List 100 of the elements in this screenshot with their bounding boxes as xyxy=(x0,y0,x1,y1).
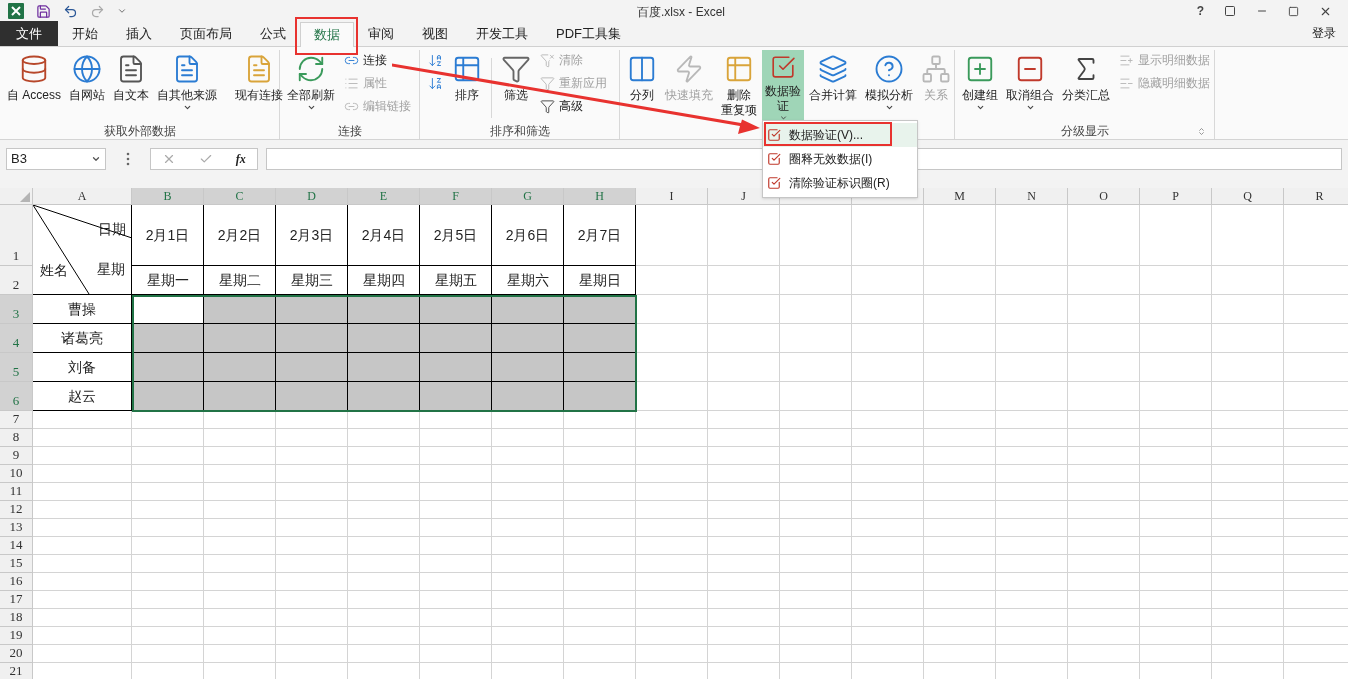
column-header[interactable]: B xyxy=(132,188,204,205)
ribbon-button[interactable]: 高级 xyxy=(536,96,611,116)
ribbon-tab[interactable]: PDF工具集 xyxy=(542,21,635,46)
column-header[interactable]: H xyxy=(564,188,636,205)
row-header[interactable]: 8 xyxy=(0,429,33,447)
grid-cell xyxy=(348,483,420,501)
ribbon-tab[interactable]: 文件 xyxy=(0,21,58,46)
grid-cell xyxy=(1140,465,1212,483)
grid-cell xyxy=(420,555,492,573)
column-header[interactable]: F xyxy=(420,188,492,205)
column-header[interactable]: A xyxy=(33,188,132,205)
ribbon-tab[interactable]: 数据 xyxy=(300,22,354,47)
sign-in-link[interactable]: 登录 xyxy=(1312,24,1336,42)
row-header[interactable]: 20 xyxy=(0,645,33,663)
ribbon-display-icon[interactable] xyxy=(1224,5,1236,17)
column-header[interactable]: N xyxy=(996,188,1068,205)
ribbon-button[interactable]: 创建组 xyxy=(959,50,1001,122)
menu-item[interactable]: 圈释无效数据(I) xyxy=(763,147,917,171)
row-header[interactable]: 12 xyxy=(0,501,33,519)
column-header[interactable]: I xyxy=(636,188,708,205)
column-header[interactable]: D xyxy=(276,188,348,205)
row-header[interactable]: 21 xyxy=(0,663,33,679)
ribbon-tab[interactable]: 开发工具 xyxy=(462,21,542,46)
row-header[interactable]: 2 xyxy=(0,266,33,295)
ribbon-button[interactable]: 分类汇总 xyxy=(1059,50,1113,122)
ribbon-button[interactable]: 合并计算 xyxy=(806,50,860,122)
enter-icon[interactable] xyxy=(199,152,213,166)
column-header[interactable]: R xyxy=(1284,188,1348,205)
customize-toolbar-icon[interactable] xyxy=(117,6,127,16)
grid-cell xyxy=(204,483,276,501)
ribbon-button[interactable]: 筛选 xyxy=(498,50,534,122)
row-header[interactable]: 5 xyxy=(0,353,33,382)
ribbon-button[interactable]: 删除 重复项 xyxy=(718,50,760,122)
row-header[interactable]: 4 xyxy=(0,324,33,353)
grid-cell xyxy=(348,519,420,537)
ribbon-tab[interactable]: 公式 xyxy=(246,21,300,46)
grid-cell xyxy=(420,591,492,609)
undo-icon[interactable] xyxy=(63,3,78,19)
grid-cell xyxy=(852,429,924,447)
more-options-icon[interactable] xyxy=(126,152,130,166)
ribbon-button[interactable]: 连接 xyxy=(340,50,415,70)
ribbon-tab[interactable]: 插入 xyxy=(112,21,166,46)
name-box[interactable]: B3 xyxy=(6,148,106,170)
ribbon-tab[interactable]: 页面布局 xyxy=(166,21,246,46)
row-header[interactable]: 7 xyxy=(0,411,33,429)
grid-cell xyxy=(1212,353,1284,382)
validation-icon xyxy=(767,128,781,142)
ribbon-button[interactable]: 全部刷新 xyxy=(284,50,338,122)
insert-function-button[interactable]: fx xyxy=(235,150,246,168)
grid-cell xyxy=(780,465,852,483)
column-header[interactable]: C xyxy=(204,188,276,205)
row-header[interactable]: 3 xyxy=(0,295,33,324)
grid-cell xyxy=(348,411,420,429)
row-header[interactable]: 11 xyxy=(0,483,33,501)
ribbon-button[interactable]: 数据验 证 xyxy=(762,50,804,122)
ribbon-tab[interactable]: 审阅 xyxy=(354,21,408,46)
grid-cell xyxy=(420,537,492,555)
ribbon-button[interactable]: 排序 xyxy=(449,50,485,122)
ribbon-button[interactable]: 模拟分析 xyxy=(862,50,916,122)
help-button[interactable]: ? xyxy=(1196,2,1204,20)
grid-cell xyxy=(132,519,204,537)
ribbon-button[interactable]: 自 Access xyxy=(4,50,64,122)
restore-icon[interactable] xyxy=(1288,5,1299,17)
row-header[interactable]: 1 xyxy=(0,205,33,266)
list-minus-icon xyxy=(1119,75,1134,91)
grid-cell xyxy=(852,537,924,555)
grid-cell xyxy=(924,555,996,573)
select-all-icon[interactable] xyxy=(20,192,30,202)
column-header[interactable]: G xyxy=(492,188,564,205)
row-header[interactable]: 19 xyxy=(0,627,33,645)
column-header[interactable]: Q xyxy=(1212,188,1284,205)
save-icon[interactable] xyxy=(36,3,51,19)
ribbon-button[interactable]: 现有连接 xyxy=(232,50,286,122)
row-header[interactable]: 9 xyxy=(0,447,33,465)
redo-icon[interactable] xyxy=(90,3,105,19)
row-header[interactable]: 15 xyxy=(0,555,33,573)
ribbon-tab[interactable]: 视图 xyxy=(408,21,462,46)
ribbon-tab[interactable]: 开始 xyxy=(58,21,112,46)
row-header[interactable]: 17 xyxy=(0,591,33,609)
column-header[interactable]: O xyxy=(1068,188,1140,205)
ribbon-button[interactable]: 自文本 xyxy=(110,50,152,122)
ribbon-button[interactable]: 分列 xyxy=(624,50,660,122)
row-header[interactable]: 13 xyxy=(0,519,33,537)
dialog-launcher-icon[interactable] xyxy=(1197,127,1206,136)
grid-cell xyxy=(924,591,996,609)
grid-cell xyxy=(1068,519,1140,537)
row-header[interactable]: 16 xyxy=(0,573,33,591)
column-header[interactable]: P xyxy=(1140,188,1212,205)
column-header[interactable]: E xyxy=(348,188,420,205)
filter-icon xyxy=(540,98,555,114)
row-header[interactable]: 14 xyxy=(0,537,33,555)
row-header[interactable]: 18 xyxy=(0,609,33,627)
grid-cell xyxy=(996,627,1068,645)
row-header[interactable]: 6 xyxy=(0,382,33,411)
ribbon-button[interactable]: 取消组合 xyxy=(1003,50,1057,122)
ribbon-button[interactable]: 自网站 xyxy=(66,50,108,122)
row-header[interactable]: 10 xyxy=(0,465,33,483)
ribbon-button[interactable]: 自其他来源 xyxy=(154,50,220,122)
grid-cell xyxy=(996,205,1068,266)
column-header[interactable]: M xyxy=(924,188,996,205)
